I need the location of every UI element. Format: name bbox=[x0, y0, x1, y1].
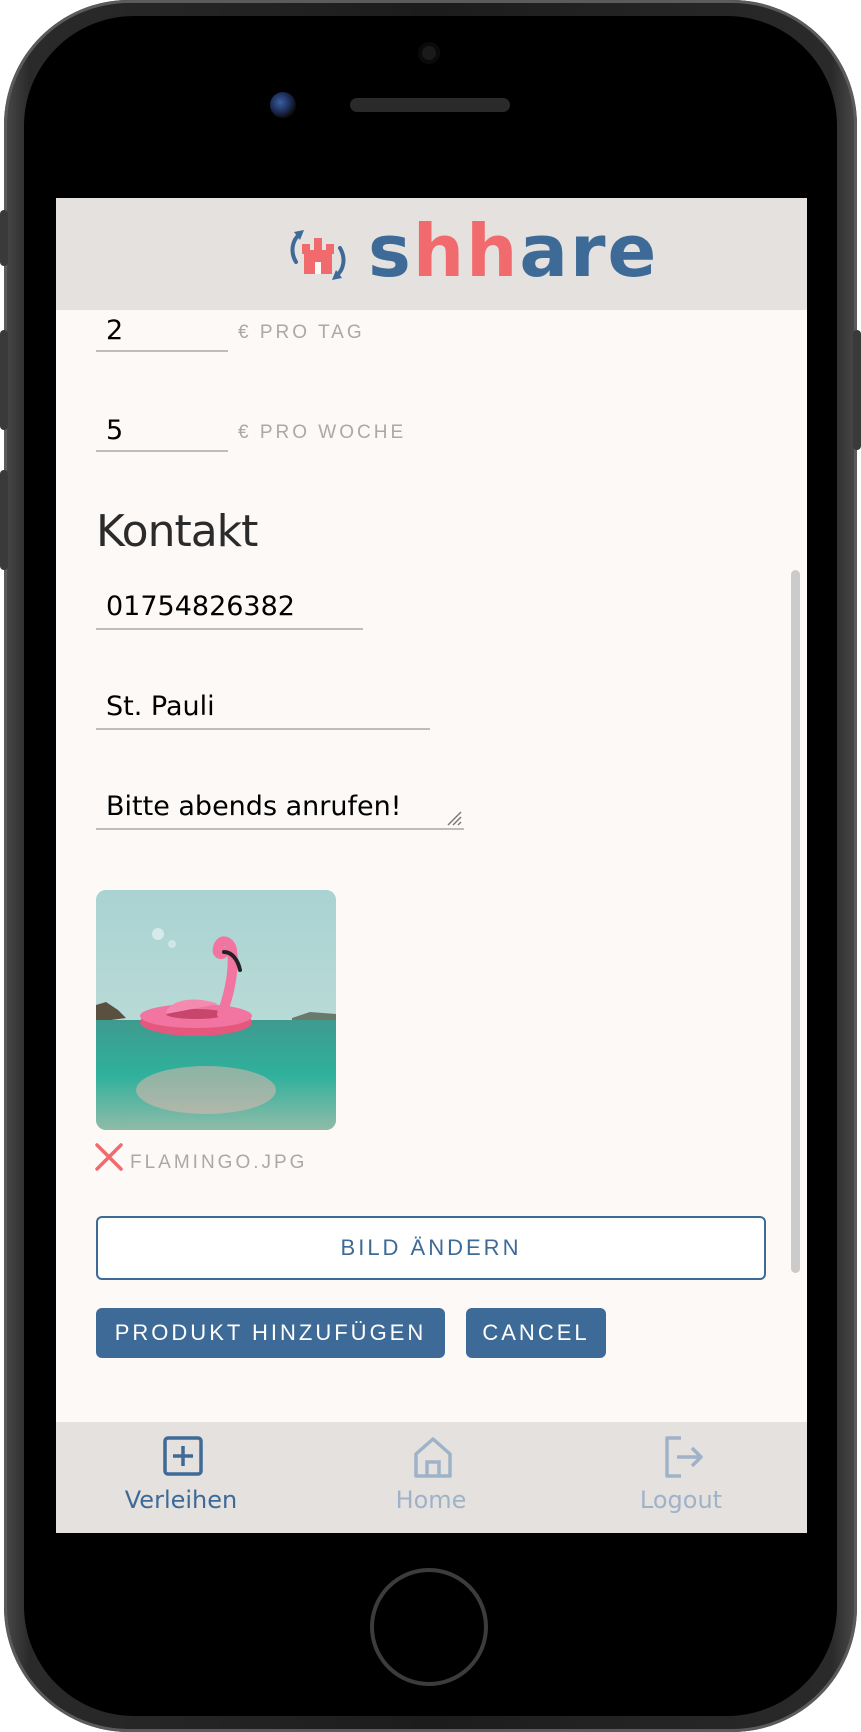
close-icon[interactable] bbox=[94, 1142, 124, 1172]
volume-up-button bbox=[0, 330, 8, 430]
flamingo-photo bbox=[96, 890, 336, 1130]
price-per-day-unit: € PRO TAG bbox=[238, 322, 365, 343]
plus-square-icon bbox=[163, 1436, 203, 1476]
note-textarea[interactable]: Bitte abends anrufen! bbox=[96, 786, 464, 830]
contact-section-title: Kontakt bbox=[96, 506, 258, 557]
uploaded-file-name: FLAMINGO.JPG bbox=[130, 1152, 308, 1173]
front-camera bbox=[270, 92, 296, 118]
price-per-day-input[interactable]: 2 bbox=[96, 312, 228, 352]
app-header: shhare bbox=[56, 198, 807, 310]
nav-label-logout: Logout bbox=[639, 1486, 723, 1514]
change-image-button[interactable]: BILD ÄNDERN bbox=[96, 1216, 766, 1280]
nav-item-logout[interactable]: Logout bbox=[556, 1422, 806, 1533]
home-icon bbox=[414, 1437, 452, 1478]
cancel-button[interactable]: CANCEL bbox=[466, 1308, 606, 1358]
mute-switch bbox=[0, 210, 8, 266]
price-per-week-input[interactable]: 5 bbox=[96, 412, 228, 452]
phone-input[interactable]: 01754826382 bbox=[96, 586, 363, 630]
add-product-button[interactable]: PRODUKT HINZUFÜGEN bbox=[96, 1308, 445, 1358]
home-hardware-button[interactable] bbox=[370, 1568, 488, 1686]
nav-item-verleihen[interactable]: Verleihen bbox=[56, 1422, 306, 1533]
nav-label-home: Home bbox=[395, 1486, 467, 1514]
sensor-dot bbox=[418, 42, 440, 64]
location-input[interactable]: St. Pauli bbox=[96, 686, 430, 730]
uploaded-file-row: FLAMINGO.JPG bbox=[94, 1142, 494, 1174]
price-per-week-unit: € PRO WOCHE bbox=[238, 422, 407, 443]
note-text: Bitte abends anrufen! bbox=[106, 791, 402, 822]
resize-grip-icon[interactable] bbox=[446, 810, 462, 826]
app-logo-text: shhare bbox=[368, 209, 659, 293]
nav-item-home[interactable]: Home bbox=[306, 1422, 556, 1533]
nav-label-verleihen: Verleihen bbox=[124, 1486, 238, 1514]
logout-icon bbox=[665, 1436, 703, 1478]
hamburg-castle-share-icon bbox=[290, 230, 346, 280]
earpiece-speaker bbox=[350, 98, 510, 112]
bottom-navigation: Verleihen Home Logout bbox=[56, 1422, 807, 1533]
scrollbar-thumb[interactable] bbox=[791, 570, 800, 1273]
power-button bbox=[853, 330, 861, 450]
app-screen: shhare 2 € PRO TAG 5 € PRO WOCHE Kontakt… bbox=[56, 198, 807, 1533]
product-image-preview bbox=[96, 890, 336, 1130]
form-content: 2 € PRO TAG 5 € PRO WOCHE Kontakt 017548… bbox=[56, 310, 807, 1422]
volume-down-button bbox=[0, 470, 8, 570]
